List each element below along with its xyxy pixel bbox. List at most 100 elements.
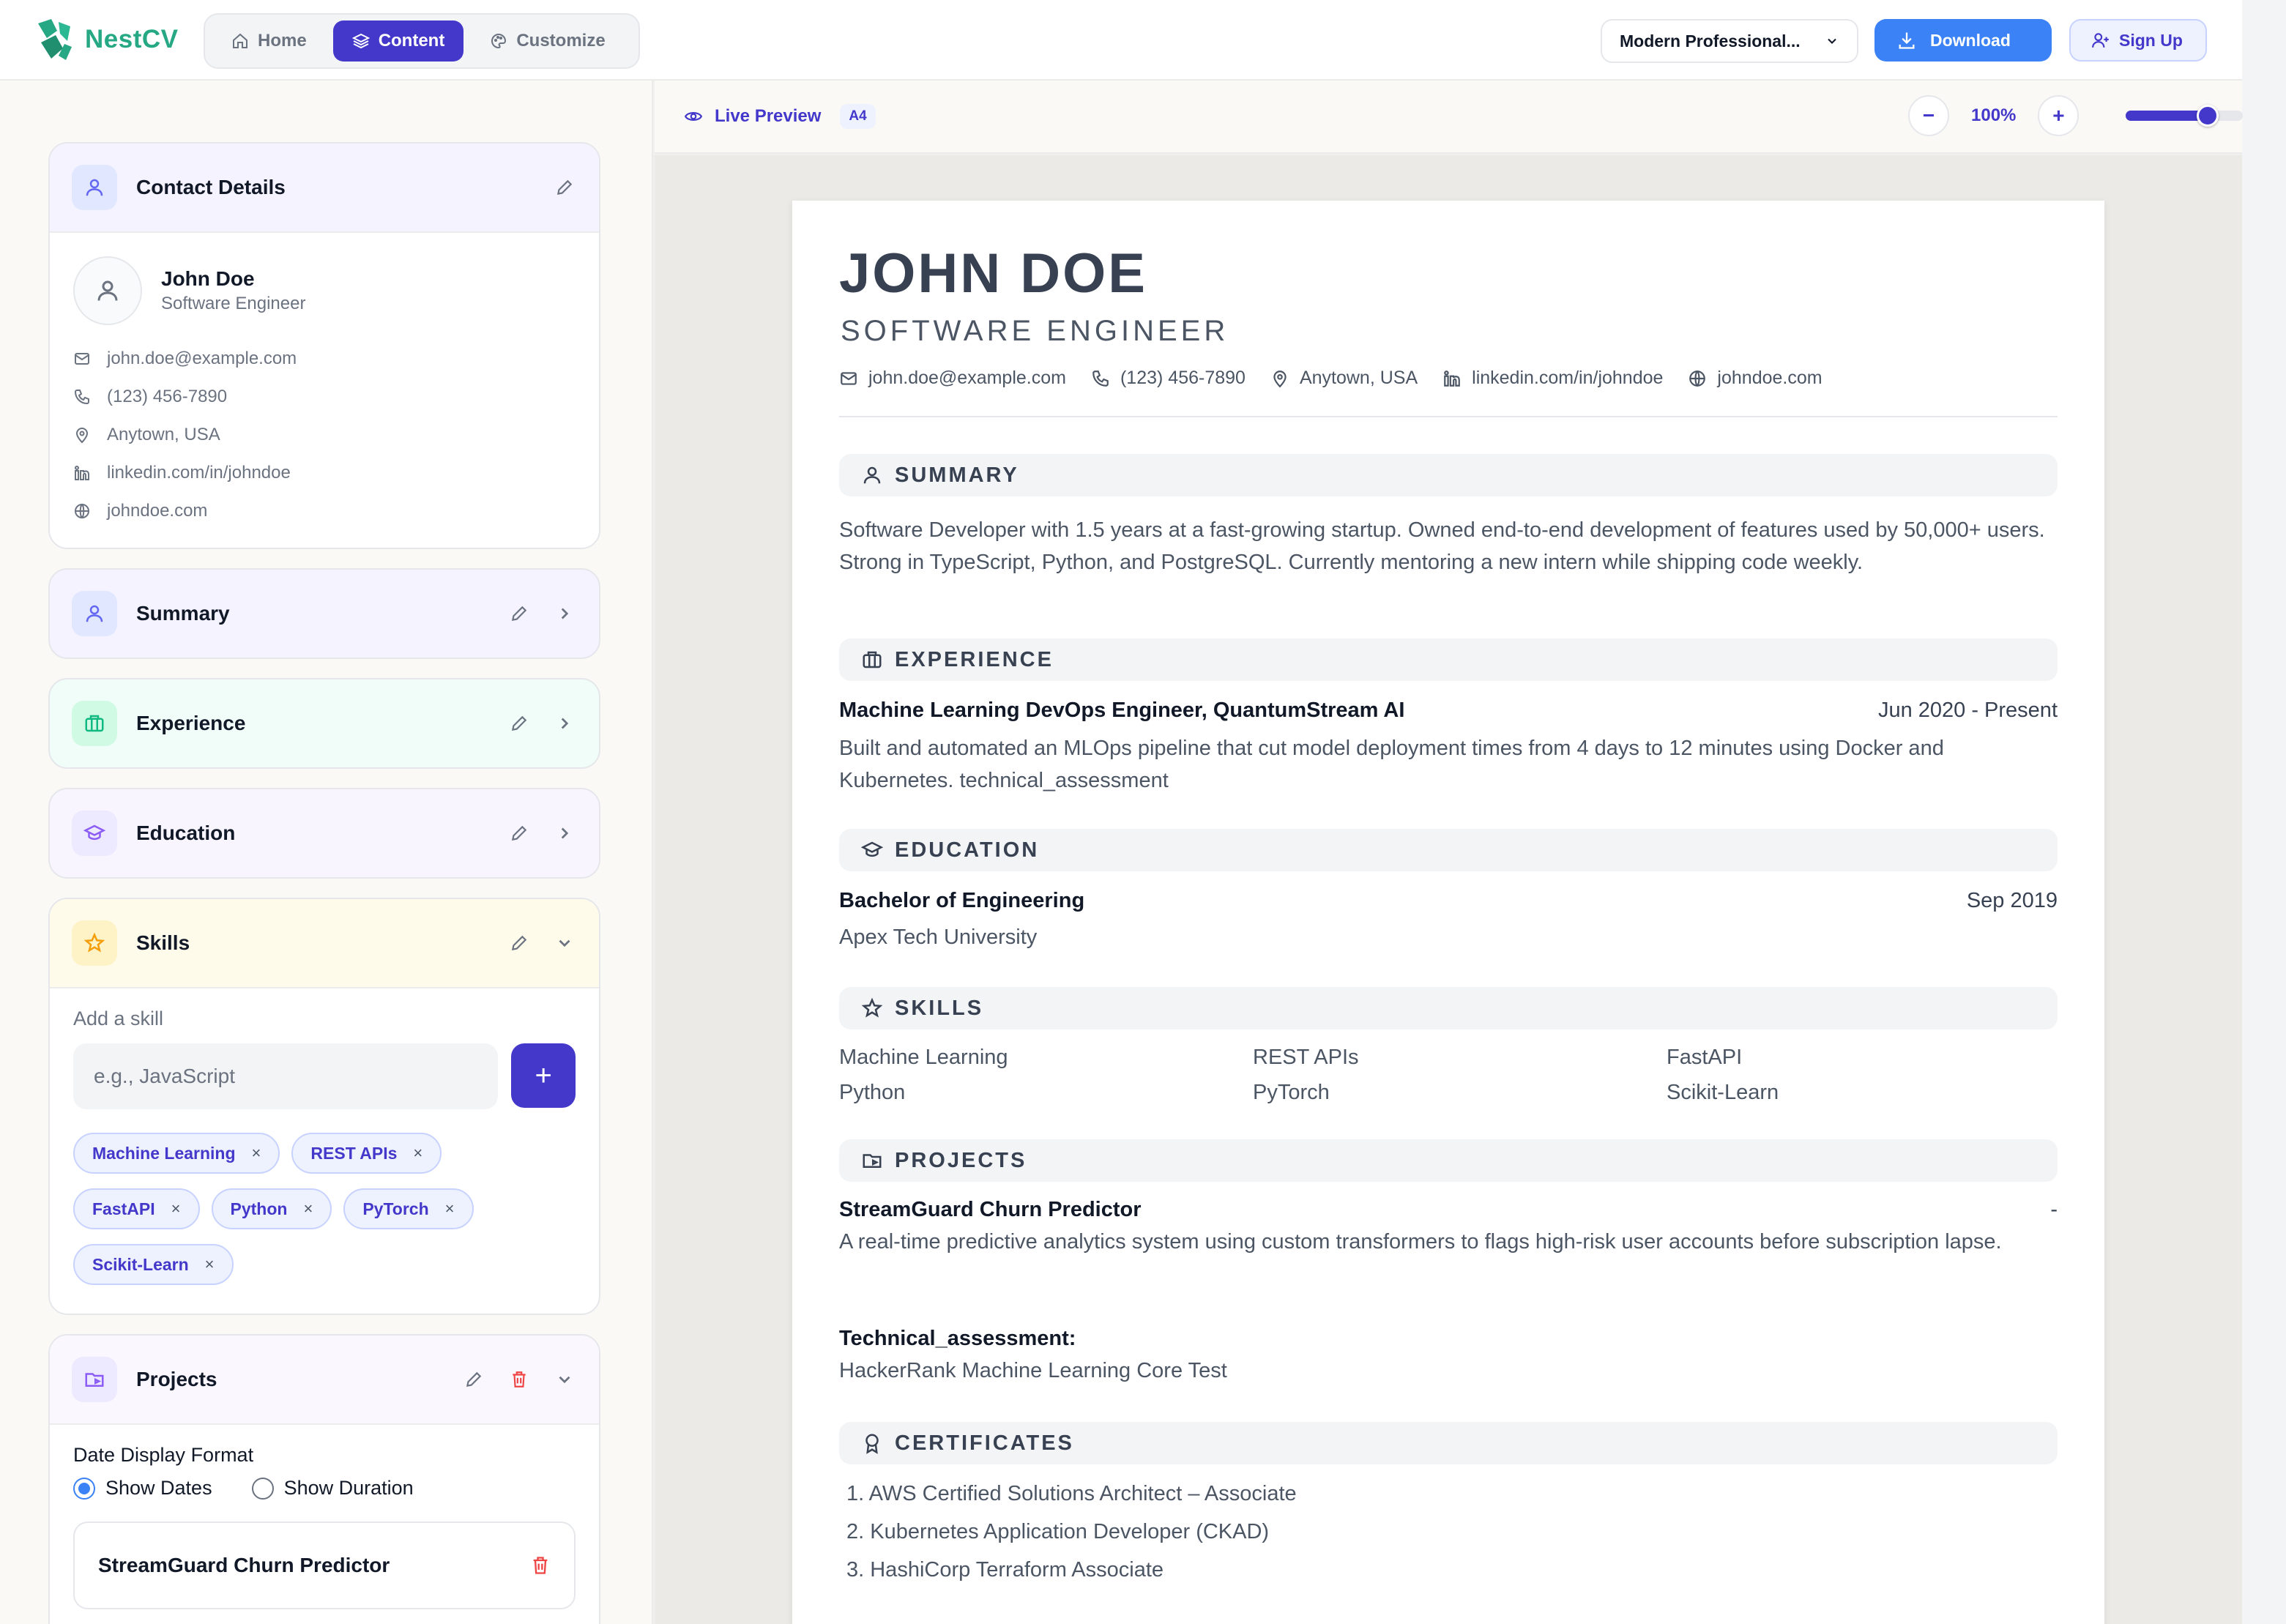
zoom-in-button[interactable]: +: [2038, 95, 2080, 136]
projects-header[interactable]: Projects: [50, 1336, 599, 1423]
skill-chip[interactable]: FastAPI ×: [73, 1188, 200, 1229]
edit-icon[interactable]: [510, 934, 529, 953]
template-dropdown[interactable]: Modern Professional...: [1601, 19, 1858, 63]
summary-card[interactable]: Summary: [48, 568, 600, 659]
skill-chip[interactable]: Python ×: [211, 1188, 332, 1229]
star-icon: [83, 932, 105, 953]
show-duration-radio[interactable]: [251, 1477, 274, 1500]
education-card[interactable]: Education: [48, 788, 600, 879]
resume-proj-date: -: [2050, 1198, 2058, 1221]
nav-home[interactable]: Home: [212, 21, 326, 62]
avatar[interactable]: [73, 256, 142, 325]
chevron-right-icon[interactable]: [555, 604, 574, 623]
resume-name: JOHN DOE: [839, 242, 1147, 305]
paper-size-badge: A4: [840, 104, 876, 129]
remove-icon[interactable]: ×: [413, 1144, 422, 1163]
experience-card[interactable]: Experience: [48, 678, 600, 769]
contact-phone: (123) 456-7890: [73, 378, 576, 416]
app-logo[interactable]: NestCV: [34, 16, 178, 63]
skill-chip[interactable]: Scikit-Learn ×: [73, 1244, 234, 1285]
resume-proj-extra-value: HackerRank Machine Learning Core Test: [839, 1359, 1227, 1382]
trash-icon[interactable]: [530, 1555, 551, 1576]
skill-chip-label: Python: [230, 1199, 288, 1218]
resume-certificate: 3. HashiCorp Terraform Associate: [846, 1558, 1164, 1582]
zoom-out-button[interactable]: −: [1908, 95, 1949, 136]
project-item[interactable]: StreamGuard Churn Predictor: [73, 1521, 576, 1609]
main-nav: Home Content Customize: [204, 13, 640, 69]
project-item-title: StreamGuard Churn Predictor: [98, 1554, 390, 1576]
folder-icon: [85, 1373, 104, 1387]
chevron-right-icon[interactable]: [555, 714, 574, 733]
remove-icon[interactable]: ×: [252, 1144, 261, 1163]
contact-card-icon: [72, 165, 117, 210]
briefcase-icon: [85, 715, 104, 732]
summary-card-icon: [72, 591, 117, 636]
download-button[interactable]: Download: [1874, 19, 2052, 62]
edit-icon[interactable]: [464, 1370, 483, 1389]
resume-email: john.doe@example.com: [868, 368, 1066, 388]
edit-icon[interactable]: [510, 604, 529, 623]
contact-website: johndoe.com: [73, 492, 576, 530]
resume-certificate: 1. AWS Certified Solutions Architect – A…: [846, 1482, 1297, 1505]
resume-page: JOHN DOE SOFTWARE ENGINEER john.doe@exam…: [792, 201, 2104, 1624]
contact-phone-text: (123) 456-7890: [107, 387, 228, 406]
education-card-icon: [72, 811, 117, 856]
resume-skill: Machine Learning: [839, 1046, 1008, 1069]
resume-projects-heading: PROJECTS: [839, 1139, 2058, 1182]
skill-input[interactable]: e.g., JavaScript: [73, 1043, 499, 1109]
top-bar: NestCV Home Content Customize Modern Pro…: [0, 0, 2242, 81]
show-duration-label[interactable]: Show Duration: [284, 1477, 414, 1500]
chevron-down-icon[interactable]: [555, 934, 574, 953]
remove-icon[interactable]: ×: [171, 1199, 181, 1218]
nav-content[interactable]: Content: [332, 21, 464, 62]
contact-email-text: john.doe@example.com: [107, 349, 297, 368]
add-skill-button[interactable]: +: [511, 1043, 576, 1108]
home-icon: [233, 33, 247, 48]
resume-phone: (123) 456-7890: [1120, 368, 1246, 388]
linkedin-icon: [75, 466, 89, 480]
graduation-cap-icon: [861, 841, 883, 857]
zoom-slider-handle[interactable]: [2197, 105, 2219, 127]
edit-icon[interactable]: [510, 714, 529, 733]
download-icon: [1899, 32, 1915, 49]
map-pin-icon: [75, 428, 89, 444]
remove-icon[interactable]: ×: [445, 1199, 455, 1218]
contact-linkedin-text: linkedin.com/in/johndoe: [107, 463, 291, 483]
skill-chip[interactable]: Machine Learning ×: [73, 1133, 280, 1174]
eye-icon: [684, 112, 703, 121]
layers-icon: [351, 33, 370, 49]
projects-card-icon: [72, 1357, 117, 1402]
graduation-cap-icon: [83, 824, 105, 841]
zoom-slider[interactable]: [2126, 105, 2244, 127]
edit-icon[interactable]: [555, 178, 574, 197]
user-plus-icon: [2092, 33, 2109, 48]
resume-summary-heading-text: SUMMARY: [895, 463, 1019, 487]
show-dates-radio[interactable]: [73, 1477, 95, 1500]
contact-details-header[interactable]: Contact Details: [50, 144, 599, 231]
globe-icon: [1689, 370, 1706, 387]
remove-icon[interactable]: ×: [303, 1199, 313, 1218]
remove-icon[interactable]: ×: [205, 1255, 215, 1274]
edit-icon[interactable]: [510, 824, 529, 843]
resume-exp-dates: Jun 2020 - Present: [1877, 699, 2058, 722]
skills-header[interactable]: Skills: [50, 899, 599, 987]
nav-customize[interactable]: Customize: [471, 21, 624, 62]
chevron-down-icon[interactable]: [555, 1370, 574, 1389]
projects-card: Projects Date Display Format Show Dates …: [48, 1334, 600, 1624]
skill-chip-label: FastAPI: [92, 1199, 155, 1218]
resume-proj-desc: A real-time predictive analytics system …: [839, 1230, 2002, 1254]
add-skill-label: Add a skill: [73, 1007, 164, 1029]
skill-chip[interactable]: PyTorch ×: [343, 1188, 474, 1229]
resume-skills-heading: SKILLS: [839, 987, 2058, 1029]
show-dates-label[interactable]: Show Dates: [105, 1477, 212, 1500]
sign-up-button[interactable]: Sign Up: [2069, 19, 2207, 62]
chevron-right-icon[interactable]: [555, 824, 574, 843]
chevron-down-icon: [1828, 38, 1836, 44]
trash-icon[interactable]: [510, 1370, 529, 1389]
resume-exp-desc: Built and automated an MLOps pipeline th…: [839, 737, 1944, 792]
resume-skill: Python: [839, 1081, 906, 1104]
map-pin-icon: [1273, 370, 1287, 387]
resume-location: Anytown, USA: [1299, 368, 1418, 388]
skill-chip[interactable]: REST APIs ×: [291, 1133, 442, 1174]
skill-chip-label: Scikit-Learn: [92, 1254, 189, 1274]
